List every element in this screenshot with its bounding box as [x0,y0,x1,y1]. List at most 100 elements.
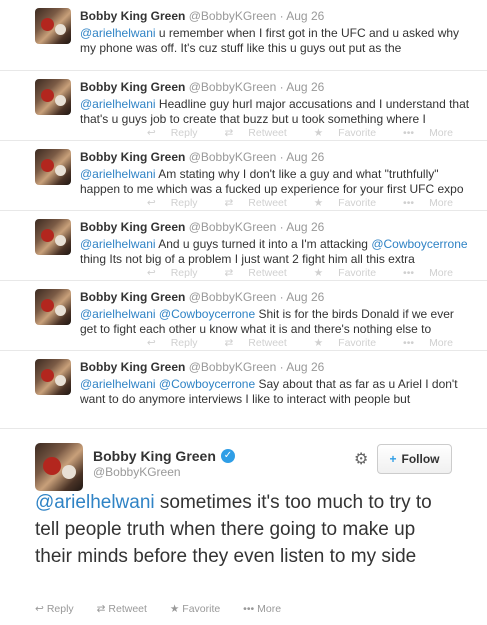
tweet-actions: ↩ Reply ⇄ Retweet ★ Favorite ••• More [123,127,453,139]
avatar[interactable] [35,219,71,255]
retweet-icon: ⇄ [96,603,106,615]
tweet-body: thing Its not big of a problem I just wa… [80,252,415,266]
user-handle[interactable]: @BobbyKGreen [93,465,181,479]
reply-button[interactable]: ↩ Reply [135,127,198,139]
reply-icon: ↩ [146,337,156,349]
more-icon: ••• [403,197,415,209]
user-name[interactable]: Bobby King Green ✓ [93,448,235,464]
star-icon: ★ [313,267,324,279]
retweet-button[interactable]: ⇄ Retweet [212,127,286,139]
reply-icon: ↩ [146,197,156,209]
more-button[interactable]: ••• More [391,267,453,279]
mention-link[interactable]: @arielhelwani [80,237,156,251]
mention-link[interactable]: @arielhelwani [80,377,156,391]
tweet-text: @arielhelwani sometimes it's too much to… [35,489,455,570]
reply-button[interactable]: ↩ Reply [135,337,198,349]
tweet-header: Bobby King Green @BobbyKGreen · Aug 26 [80,220,324,234]
favorite-button[interactable]: ★ Favorite [302,197,376,209]
user-name-text: Bobby King Green [93,448,216,464]
favorite-button[interactable]: ★ Favorite [302,267,376,279]
star-icon: ★ [169,603,180,615]
avatar[interactable] [35,359,71,395]
star-icon: ★ [313,197,324,209]
more-icon: ••• [243,603,255,615]
tweet-item[interactable]: Bobby King Green @BobbyKGreen · Aug 26 @… [0,141,487,211]
tweet-text: @arielhelwani Am stating why I don't lik… [80,167,470,197]
tweet-item[interactable]: Bobby King Green @BobbyKGreen · Aug 26 @… [0,281,487,351]
follow-button[interactable]: + Follow [377,444,452,474]
mention-link[interactable]: @arielhelwani [80,26,156,40]
tweet-item[interactable]: Bobby King Green @BobbyKGreen · Aug 26 @… [0,351,487,428]
user-name[interactable]: Bobby King Green [80,80,185,94]
tweet-item[interactable]: Bobby King Green @BobbyKGreen · Aug 26 @… [0,71,487,141]
mention-link[interactable]: @arielhelwani [35,492,155,513]
tweet-header: Bobby King Green @BobbyKGreen · Aug 26 [80,150,324,164]
tweet-header: Bobby King Green @BobbyKGreen · Aug 26 [80,80,324,94]
tweet-item[interactable]: Bobby King Green @BobbyKGreen · Aug 26 @… [0,211,487,281]
user-meta: @BobbyKGreen · Aug 26 [188,80,325,94]
tweet-header: Bobby King Green @BobbyKGreen · Aug 26 [80,9,324,23]
star-icon: ★ [313,337,324,349]
reply-button[interactable]: ↩ Reply [135,197,198,209]
user-name[interactable]: Bobby King Green [80,220,185,234]
verified-icon: ✓ [220,449,235,463]
mention-link[interactable]: @arielhelwani [80,97,156,111]
tweet-text: @arielhelwani @Cowboycerrone Shit is for… [80,307,470,337]
add-user-icon: + [389,452,397,466]
retweet-icon: ⇄ [224,337,234,349]
tweet-text: @arielhelwani Headline guy hurl major ac… [80,97,470,127]
expanded-tweet: Bobby King Green ✓ @BobbyKGreen ⚙ + Foll… [0,428,487,625]
more-button[interactable]: ••• More [391,337,453,349]
avatar[interactable] [35,289,71,325]
mention-link[interactable]: @arielhelwani [80,307,156,321]
mention-link[interactable]: @Cowboycerrone [159,377,255,391]
mention-link[interactable]: @Cowboycerrone [159,307,255,321]
reply-icon: ↩ [35,603,44,615]
more-icon: ••• [403,127,415,139]
tweet-text: @arielhelwani @Cowboycerrone Say about t… [80,377,470,407]
user-meta: @BobbyKGreen · Aug 26 [188,150,325,164]
gear-icon[interactable]: ⚙ [354,449,368,469]
avatar[interactable] [35,8,71,44]
avatar[interactable] [35,149,71,185]
avatar[interactable] [35,79,71,115]
tweet-header: Bobby King Green @BobbyKGreen · Aug 26 [80,360,324,374]
favorite-button[interactable]: ★ Favorite [302,337,376,349]
more-button[interactable]: ••• More [391,197,453,209]
retweet-button[interactable]: ⇄ Retweet [212,267,286,279]
user-meta: @BobbyKGreen · Aug 26 [188,220,325,234]
tweet-item[interactable]: Bobby King Green @BobbyKGreen · Aug 26 @… [0,0,487,71]
tweet-body: And u guys turned it into a I'm attackin… [155,237,372,251]
reply-button[interactable]: ↩ Reply [35,603,84,615]
more-icon: ••• [403,337,415,349]
tweet-header: Bobby King Green @BobbyKGreen · Aug 26 [80,290,324,304]
favorite-button[interactable]: ★ Favorite [170,603,230,615]
retweet-button[interactable]: ⇄ Retweet [97,603,157,615]
reply-button[interactable]: ↩ Reply [135,267,198,279]
more-button[interactable]: ••• More [391,127,453,139]
tweet-text: @arielhelwani u remember when I first go… [80,26,470,56]
user-meta: @BobbyKGreen · Aug 26 [188,360,325,374]
retweet-icon: ⇄ [224,267,234,279]
avatar[interactable] [35,443,83,491]
tweet-actions: ↩ Reply ⇄ Retweet ★ Favorite ••• More [35,603,301,615]
tweet-text: @arielhelwani And u guys turned it into … [80,237,470,267]
reply-icon: ↩ [146,267,156,279]
user-name[interactable]: Bobby King Green [80,360,185,374]
retweet-icon: ⇄ [224,197,234,209]
mention-link[interactable]: @Cowboycerrone [371,237,467,251]
mention-link[interactable]: @arielhelwani [80,167,156,181]
retweet-button[interactable]: ⇄ Retweet [212,197,286,209]
star-icon: ★ [313,127,324,139]
tweet-actions: ↩ Reply ⇄ Retweet ★ Favorite ••• More [123,337,453,349]
user-meta: @BobbyKGreen · Aug 26 [188,290,325,304]
favorite-button[interactable]: ★ Favorite [302,127,376,139]
user-name[interactable]: Bobby King Green [80,290,185,304]
more-button[interactable]: ••• More [243,603,291,615]
more-icon: ••• [403,267,415,279]
user-name[interactable]: Bobby King Green [80,9,185,23]
retweet-button[interactable]: ⇄ Retweet [212,337,286,349]
retweet-icon: ⇄ [224,127,234,139]
user-meta: @BobbyKGreen · Aug 26 [188,9,325,23]
user-name[interactable]: Bobby King Green [80,150,185,164]
